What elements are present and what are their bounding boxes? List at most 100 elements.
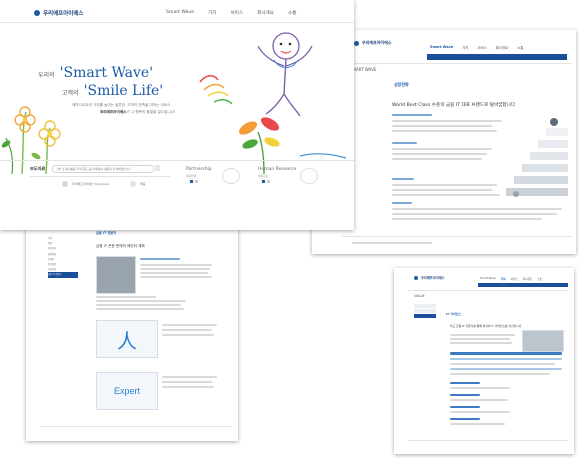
sub-nav-bar	[478, 283, 568, 287]
text-line	[392, 120, 502, 122]
sidebar-item[interactable]	[414, 304, 436, 308]
nav-contact[interactable]: 소통	[517, 45, 523, 50]
footer-divider	[40, 426, 232, 427]
hr-icon[interactable]	[300, 168, 318, 184]
nav-service[interactable]: 서비스	[511, 277, 518, 281]
text-line	[450, 373, 550, 375]
hr-dots[interactable]	[262, 180, 270, 183]
text-line	[450, 363, 555, 365]
pager-dot[interactable]	[267, 180, 270, 183]
brand-name: 우리에프아이에스	[421, 276, 445, 280]
nav-service[interactable]: 서비스	[477, 45, 486, 50]
brand-mark-icon	[414, 275, 418, 280]
text-line	[450, 411, 510, 413]
nav-contact[interactable]: 소통	[288, 10, 296, 16]
nav-smart-wave[interactable]: Smart Wave	[480, 277, 496, 281]
nav-service[interactable]: 서비스	[230, 10, 243, 16]
text-line	[392, 189, 492, 191]
pager-dot[interactable]	[190, 180, 193, 183]
text-line	[392, 208, 562, 210]
partnership-title[interactable]: Partnership	[186, 167, 212, 172]
timeline-bar	[450, 368, 562, 370]
text-line	[392, 153, 487, 155]
sidebar-item[interactable]	[414, 309, 436, 313]
brand-mark-icon	[354, 40, 359, 46]
sidebar: 가치 비전 핵심가치 경영방침 인재상 윤리경영 사회공헌 금융 IT 전문가	[48, 236, 78, 278]
extra-link[interactable]: 채용	[140, 182, 146, 186]
brand-logo[interactable]: 우리에프아이에스	[414, 275, 444, 280]
text-line	[140, 264, 212, 266]
text-line	[450, 387, 510, 389]
text-line	[392, 125, 492, 127]
sub-heading	[450, 394, 480, 396]
partnership-dots[interactable]	[190, 180, 198, 183]
text-line	[450, 334, 515, 336]
divider	[408, 290, 568, 291]
pager-dot[interactable]	[262, 180, 265, 183]
text-line	[162, 376, 217, 378]
timeline-bar	[450, 358, 562, 360]
top-nav: Smart Wave 가치 서비스 회사개요 소통	[480, 277, 542, 281]
info-divider	[0, 160, 354, 161]
page-headline: 최고 금융 IT 전문가를 통해 최적의 IT 거버넌스를 실현합니다	[450, 324, 522, 328]
text-line	[96, 300, 186, 302]
page-preview-it-expert: 우리에프아이에스 Smart Wave 가치 서비스 회사개요 소통 VALUE…	[26, 196, 238, 441]
sidebar-item-active[interactable]	[414, 314, 436, 318]
text-line	[392, 148, 492, 150]
nav-company[interactable]: 회사개요	[523, 277, 533, 281]
side-title: VALUE	[414, 294, 425, 298]
sub-heading	[392, 202, 412, 204]
nav-contact[interactable]: 소통	[537, 277, 542, 281]
sub-heading	[450, 418, 480, 420]
news-ticker[interactable]: 기부 및 봉사활동 우리금융그룹 원천봉사 활동을 전개하였습니다	[52, 165, 154, 173]
nav-company[interactable]: 회사개요	[257, 10, 274, 16]
photo-placeholder	[522, 330, 564, 352]
concept-icon-box: Expert	[96, 372, 158, 410]
brand-mark-icon	[34, 10, 40, 16]
text-line	[96, 304, 181, 306]
nav-value[interactable]: 가치	[462, 45, 468, 50]
facebook-link[interactable]: 우리에프아이에스 Facebook	[72, 182, 109, 186]
sub-heading	[392, 114, 432, 116]
nav-company[interactable]: 회사개요	[496, 45, 508, 50]
footer-divider	[342, 236, 572, 237]
text-line	[392, 184, 497, 186]
pager-dot[interactable]	[195, 180, 198, 183]
text-line	[392, 158, 482, 160]
text-line	[140, 268, 210, 270]
partnership-icon[interactable]	[222, 168, 240, 184]
brand-name: 우리에프아이에스	[362, 40, 392, 45]
text-line	[162, 329, 212, 331]
sprout-icon	[238, 117, 280, 174]
nav-value[interactable]: 가치	[208, 10, 216, 16]
brand-name: 우리에프아이에스	[43, 11, 84, 17]
sub-nav-bar	[427, 54, 567, 60]
extra-icon[interactable]	[130, 181, 136, 187]
page-headline: 금융 IT 큰문 판매의 메인터 계획	[96, 244, 145, 248]
brand-logo[interactable]: 우리에프아이에스	[34, 9, 83, 17]
text-line	[162, 334, 214, 336]
section-label: 성장전략	[394, 82, 409, 87]
text-line	[140, 272, 208, 274]
growth-stairs-illustration	[506, 118, 568, 197]
expert-label: Expert	[113, 386, 140, 396]
text-line	[162, 386, 214, 388]
hr-title[interactable]: Human Resource	[258, 167, 296, 172]
top-nav: Smart Wave 가치 서비스 회사개요 소통	[430, 45, 524, 50]
text-line	[392, 218, 542, 220]
nav-smart-wave[interactable]: Smart Wave	[430, 45, 453, 50]
top-nav: Smart Wave 가치 서비스 회사개요 소통	[166, 10, 296, 16]
header-divider	[0, 22, 354, 23]
text-line	[392, 130, 497, 132]
footer-divider	[408, 440, 568, 441]
nav-smart-wave[interactable]: Smart Wave	[166, 10, 194, 16]
page-headline: World Best Class 수준의 금융 IT 대표 브랜드로 탈바꿈합니…	[392, 103, 516, 108]
text-line	[162, 381, 212, 383]
sub-heading	[450, 382, 480, 384]
news-headline[interactable]: 기부 및 봉사활동 우리금융그룹 원천봉사 활동을 전개하였습니다	[56, 167, 131, 171]
brand-logo[interactable]: 우리에프아이에스	[354, 40, 391, 46]
nav-value[interactable]: 가치	[501, 277, 506, 281]
news-arrow-icon[interactable]	[155, 165, 160, 171]
facebook-icon[interactable]	[62, 181, 68, 187]
sidebar-item-active[interactable]: 금융 IT 전문가	[48, 272, 78, 278]
